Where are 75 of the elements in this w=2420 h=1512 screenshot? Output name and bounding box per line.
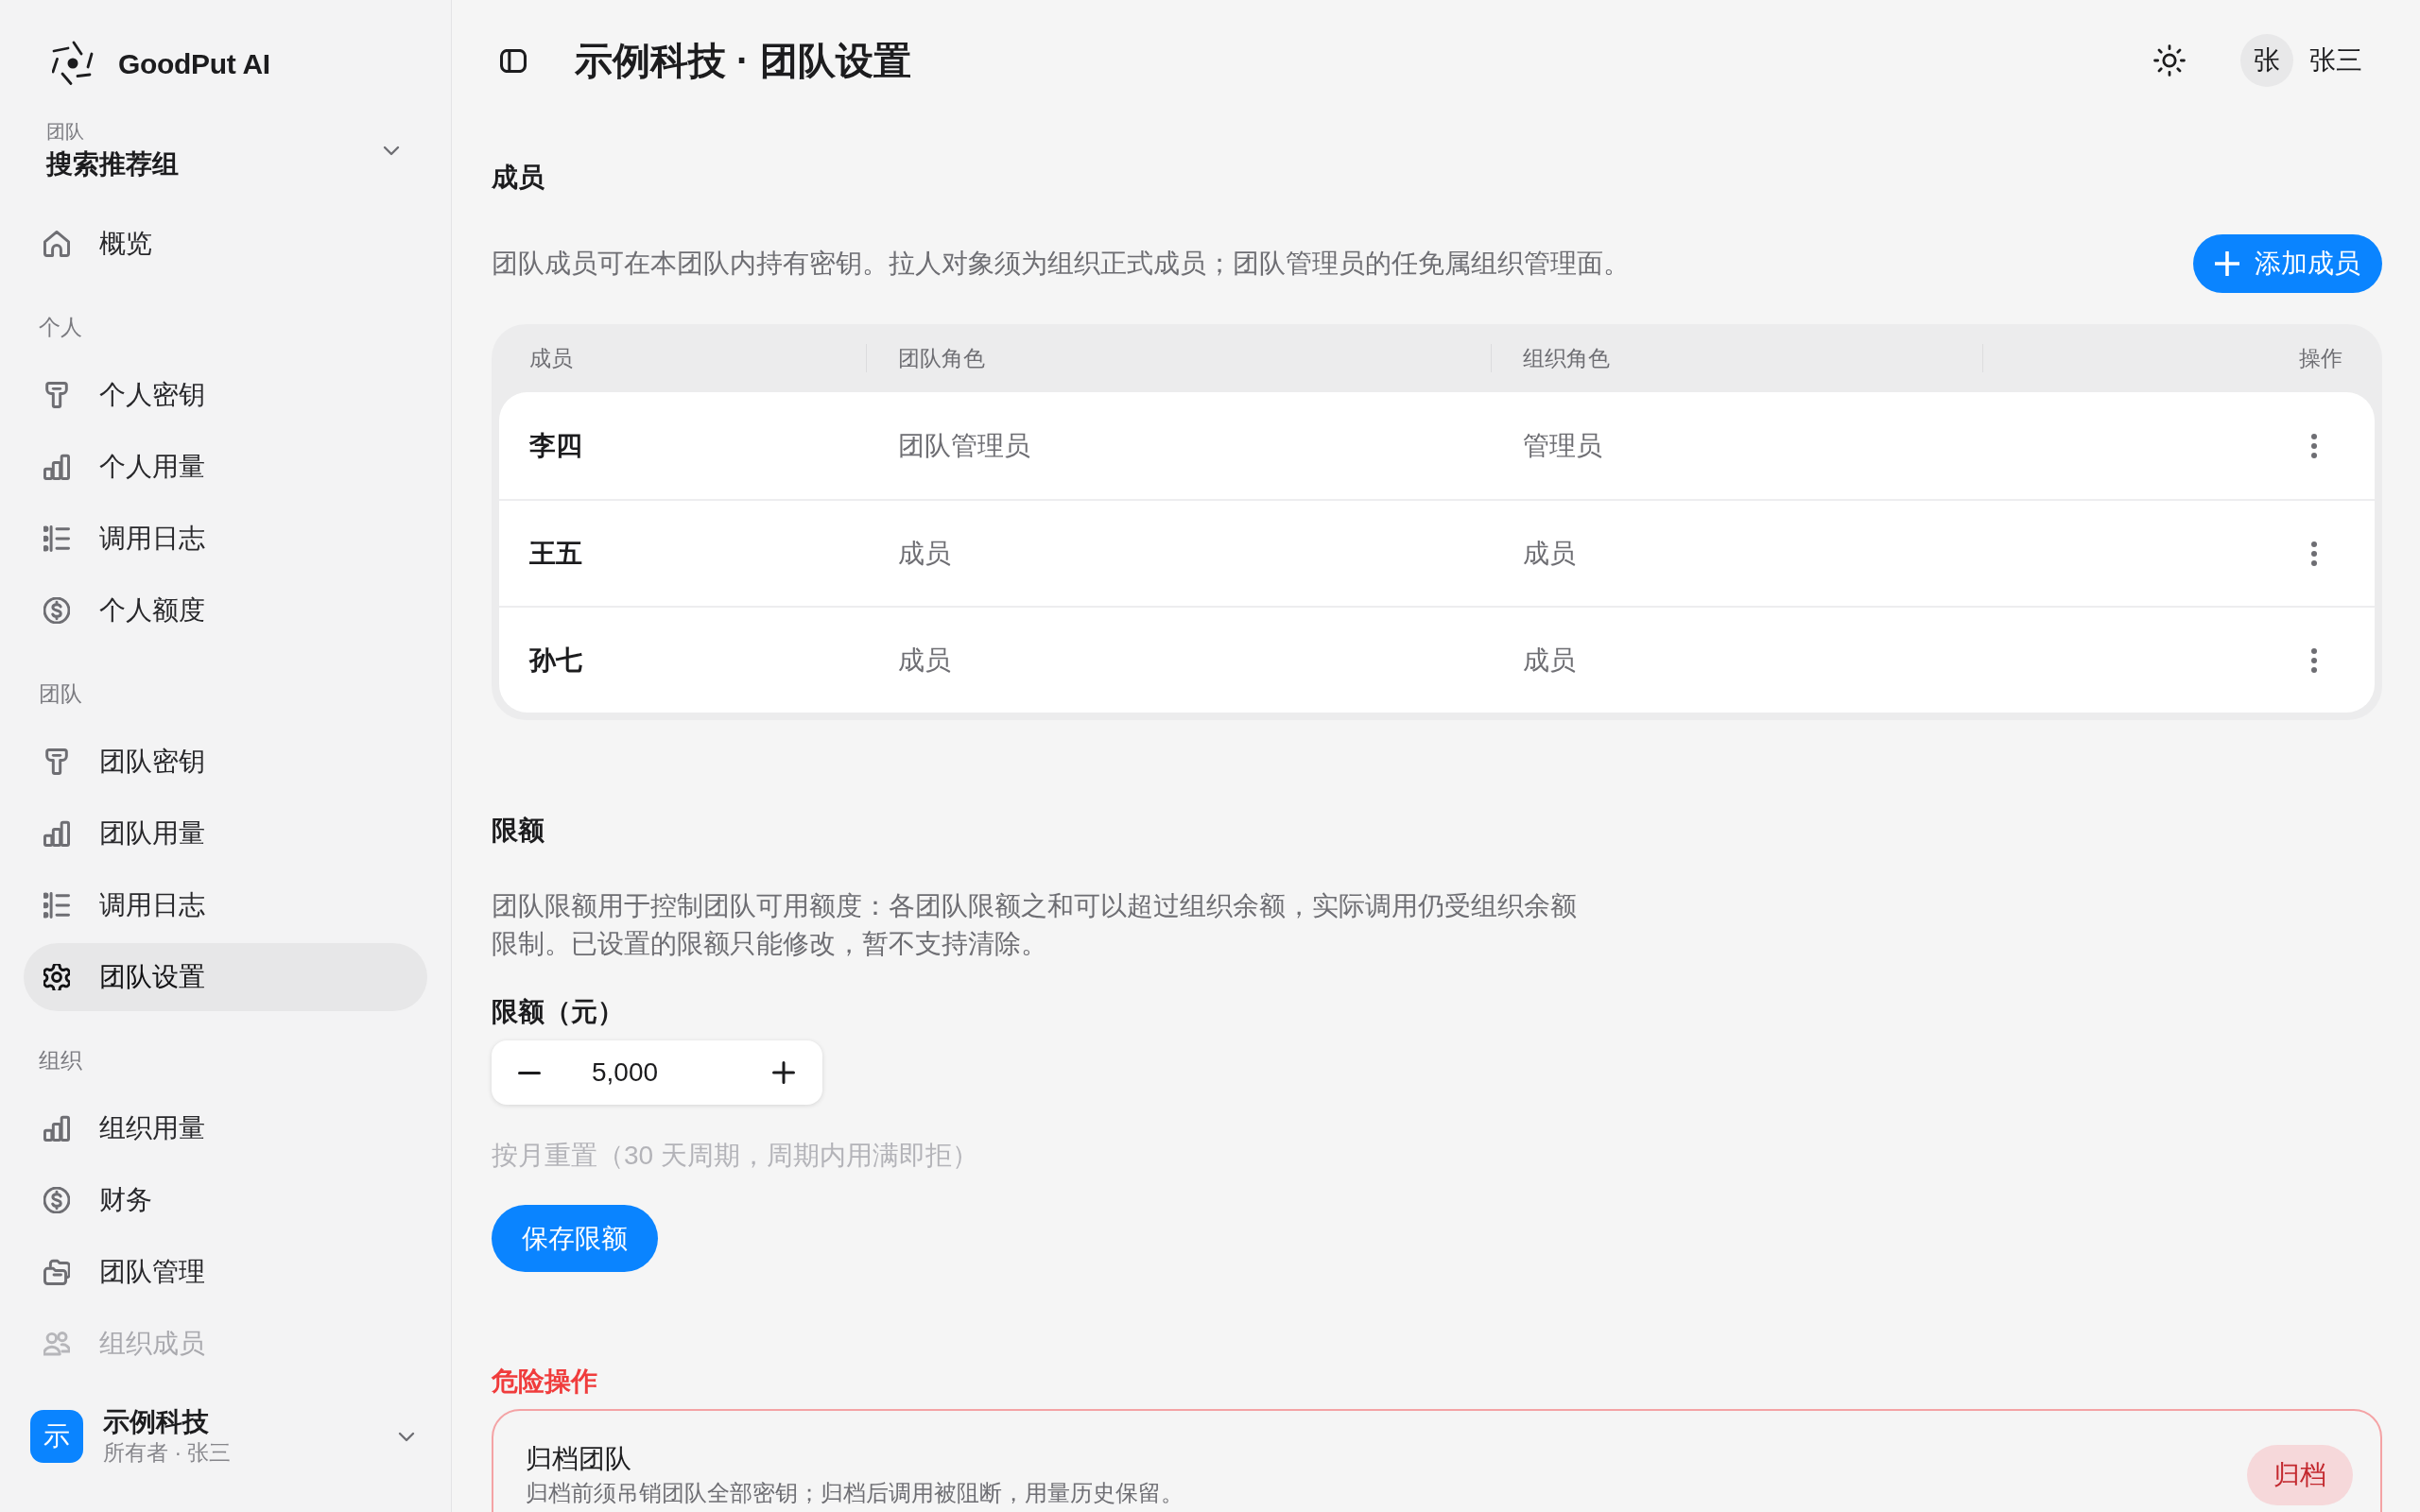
folders-icon — [43, 1259, 70, 1285]
minus-icon[interactable] — [518, 1071, 541, 1074]
key-icon — [43, 748, 70, 775]
gear-icon — [43, 964, 70, 990]
sidebar-item[interactable]: 调用日志 — [24, 505, 427, 573]
bar-chart-icon — [43, 1115, 70, 1142]
team-role-cell: 团队管理员 — [898, 430, 1030, 460]
list-icon — [43, 892, 70, 919]
page-title: 示例科技 · 团队设置 — [575, 39, 911, 83]
chevron-down-icon[interactable] — [383, 146, 400, 156]
brand-name: GoodPut AI — [118, 46, 270, 81]
section-description: 团队成员可在本团队内持有密钥。拉人对象须为组织正式成员；团队管理员的任免属组织管理面。 — [492, 248, 1630, 280]
sidebar-section-label: 组织 — [39, 1046, 82, 1074]
sun-icon[interactable] — [2153, 44, 2186, 77]
field-hint: 按月重置（30 天周期，周期内用满即拒） — [492, 1140, 978, 1172]
org-role-cell: 成员 — [1523, 644, 1576, 675]
more-vertical-icon[interactable] — [2310, 540, 2318, 567]
key-icon — [43, 382, 70, 408]
team-switcher-label: 团队 — [46, 120, 84, 144]
member-name-cell: 王五 — [529, 538, 582, 568]
section-heading: 成员 — [492, 162, 544, 194]
chevron-down-icon[interactable] — [398, 1431, 415, 1442]
user-avatar[interactable]: 张 — [2240, 34, 2293, 87]
users-icon — [43, 1331, 70, 1357]
team-role-cell: 成员 — [898, 538, 951, 568]
danger-action-title: 归档团队 — [526, 1443, 631, 1475]
plus-icon — [2215, 251, 2239, 276]
sidebar-item[interactable]: 团队密钥 — [24, 728, 427, 796]
plus-icon[interactable] — [772, 1061, 795, 1084]
limit-stepper-field[interactable]: 5,000 — [492, 1040, 822, 1105]
more-vertical-icon[interactable] — [2310, 432, 2318, 459]
field-label: 限额（元） — [492, 996, 624, 1028]
team-role-cell: 成员 — [898, 644, 951, 675]
column-header: 操作 — [2299, 344, 2342, 372]
sidebar-item[interactable]: 团队用量 — [24, 799, 427, 868]
more-vertical-icon[interactable] — [2310, 646, 2318, 674]
sidebar-item[interactable]: 概览 — [24, 210, 427, 278]
org-role-cell: 成员 — [1523, 538, 1576, 568]
dollar-coin-icon — [43, 597, 70, 624]
user-name: 张三 — [2309, 44, 2362, 77]
bar-chart-icon — [43, 454, 70, 480]
logo-icon — [52, 41, 94, 86]
sidebar-item[interactable]: 团队管理 — [24, 1238, 427, 1306]
add-member-button[interactable]: 添加成员 — [2193, 234, 2382, 293]
member-name-cell: 孙七 — [529, 644, 582, 675]
column-header: 成员 — [529, 345, 573, 370]
sidebar-item[interactable]: 个人额度 — [24, 576, 427, 644]
sidebar-item[interactable]: 组织用量 — [24, 1094, 427, 1162]
sidebar-item[interactable]: 个人密钥 — [24, 361, 427, 429]
list-icon — [43, 525, 70, 552]
org-role: 所有者 · 张三 — [103, 1439, 232, 1467]
archive-button[interactable]: 归档 — [2247, 1445, 2353, 1505]
save-limit-button[interactable]: 保存限额 — [492, 1205, 658, 1272]
org-avatar: 示 — [30, 1410, 83, 1463]
member-name-cell: 李四 — [529, 430, 582, 460]
team-switcher-value: 搜索推荐组 — [46, 148, 179, 180]
sidebar-toggle-icon[interactable] — [500, 48, 527, 73]
dollar-coin-icon — [43, 1187, 70, 1213]
column-header: 团队角色 — [898, 345, 985, 370]
sidebar-section-label: 个人 — [39, 313, 82, 341]
danger-action-description: 归档前须吊销团队全部密钥；归档后调用被阻断，用量历史保留。 — [526, 1479, 1184, 1507]
sidebar-item[interactable]: 个人用量 — [24, 433, 427, 501]
home-icon — [43, 231, 70, 257]
sidebar-item[interactable]: 财务 — [24, 1166, 427, 1234]
org-name: 示例科技 — [103, 1406, 209, 1438]
section-description: 团队限额用于控制团队可用额度：各团队限额之和可以超过组织余额，实际调用仍受组织余额限制。已设置的限额只能修改，暂不支持清除。 — [492, 890, 1578, 960]
limit-input[interactable]: 5,000 — [592, 1053, 734, 1092]
column-header: 组织角色 — [1523, 345, 1610, 370]
bar-chart-icon — [43, 820, 70, 847]
sidebar-item[interactable]: 调用日志 — [24, 871, 427, 939]
section-heading: 限额 — [492, 815, 544, 847]
sidebar-item[interactable]: 团队设置 — [24, 943, 427, 1011]
danger-heading: 危险操作 — [492, 1366, 597, 1398]
org-role-cell: 管理员 — [1523, 430, 1602, 460]
sidebar-section-label: 团队 — [39, 679, 82, 708]
